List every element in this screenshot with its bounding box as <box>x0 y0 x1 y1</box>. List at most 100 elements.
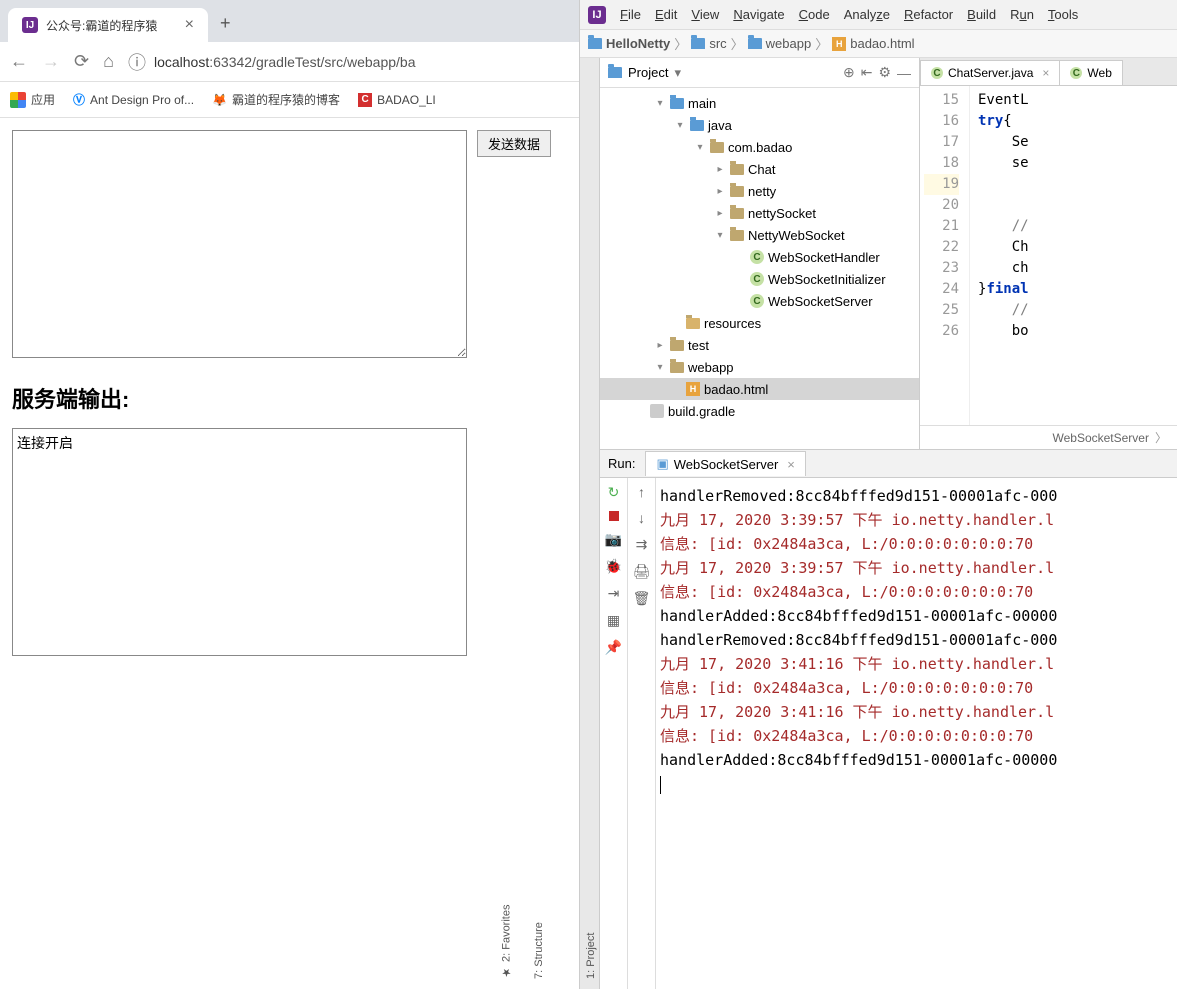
tree-row[interactable]: CWebSocketInitializer <box>600 268 919 290</box>
editor-tab[interactable]: CChatServer.java× <box>920 60 1060 85</box>
close-icon[interactable]: × <box>1042 66 1049 80</box>
code-area[interactable]: EventL try{ Se se // Ch ch }final // bo <box>970 86 1177 425</box>
bc-label: src <box>709 36 726 51</box>
menu-view[interactable]: View <box>691 7 719 22</box>
editor-tab[interactable]: CWeb <box>1059 60 1122 85</box>
close-tab-icon[interactable]: × <box>185 16 194 34</box>
tool-project[interactable]: 1: Project <box>585 68 597 979</box>
class-icon: C <box>1070 67 1082 79</box>
bookmarks-bar: 应用 ⓋAnt Design Pro of... 🦊霸道的程序猿的博客 CBAD… <box>0 82 579 118</box>
run-header: Run: ▣ WebSocketServer × <box>600 450 1177 478</box>
breadcrumb-item[interactable]: Hbadao.html <box>832 36 914 51</box>
tree-row-selected[interactable]: Hbadao.html <box>600 378 919 400</box>
menu-code[interactable]: Code <box>799 7 830 22</box>
menu-run[interactable]: Run <box>1010 7 1034 22</box>
tool-label: 7: Structure <box>533 922 545 979</box>
tree-row[interactable]: CWebSocketHandler <box>600 246 919 268</box>
exit-icon[interactable]: ⇥ <box>608 585 620 602</box>
camera-icon[interactable]: 📷 <box>605 531 622 548</box>
tree-row[interactable]: ▾NettyWebSocket <box>600 224 919 246</box>
breadcrumb-item[interactable]: webapp <box>748 36 812 51</box>
editor-pane: CChatServer.java× CWeb 15161718192021222… <box>920 58 1177 449</box>
print-icon[interactable]: 🖨 <box>633 563 651 580</box>
crumb-label[interactable]: WebSocketServer <box>1052 431 1149 445</box>
tree-label: java <box>708 118 732 133</box>
editor-body[interactable]: 151617181920212223242526 EventL try{ Se … <box>920 86 1177 425</box>
package-icon <box>730 164 744 175</box>
hide-icon[interactable]: — <box>897 65 911 81</box>
up-icon[interactable]: ↑ <box>638 484 645 500</box>
tool-favorites[interactable]: ★ 2: Favorites <box>500 68 513 979</box>
menu-build[interactable]: Build <box>967 7 996 22</box>
editor-breadcrumb: WebSocketServer 〉 <box>920 425 1177 449</box>
menu-edit[interactable]: Edit <box>655 7 677 22</box>
pin-icon[interactable]: 📌 <box>605 639 622 656</box>
trash-icon[interactable]: 🗑 <box>633 590 651 607</box>
gear-icon[interactable]: ⚙ <box>878 64 891 81</box>
bookmark-ant[interactable]: ⓋAnt Design Pro of... <box>73 91 194 108</box>
project-pane-header: Project ▾ ⊕ ⇤ ⚙ — <box>600 58 919 88</box>
project-icon <box>608 67 622 78</box>
menu-navigate[interactable]: Navigate <box>733 7 784 22</box>
chevron-right-icon: 〉 <box>674 34 687 53</box>
bookmark-badao[interactable]: CBADAO_LI <box>358 93 436 107</box>
bug-icon[interactable]: 🐞 <box>605 558 622 575</box>
menu-file[interactable]: File <box>620 7 641 22</box>
project-label[interactable]: Project <box>628 65 668 80</box>
reload-icon[interactable]: ⟳ <box>74 51 89 72</box>
forward-icon: → <box>42 51 60 72</box>
down-icon[interactable]: ↓ <box>638 510 645 526</box>
input-textarea[interactable] <box>12 130 467 358</box>
tree-row[interactable]: ▾java <box>600 114 919 136</box>
console-output[interactable]: handlerRemoved:8cc84bfffed9d151-00001afc… <box>656 478 1177 989</box>
tree-row[interactable]: ▸nettySocket <box>600 202 919 224</box>
rerun-icon[interactable]: ↻ <box>608 484 620 501</box>
console-line: 信息: [id: 0x2484a3ca, L:/0:0:0:0:0:0:0:70 <box>660 532 1177 556</box>
home-icon[interactable]: ⌂ <box>103 51 114 72</box>
collapse-icon[interactable]: ⇤ <box>861 64 873 81</box>
tree-row[interactable]: ▾com.badao <box>600 136 919 158</box>
tool-structure[interactable]: 7: Structure <box>533 68 545 979</box>
target-icon[interactable]: ⊕ <box>843 64 855 81</box>
tree-row[interactable]: ▾webapp <box>600 356 919 378</box>
menu-refactor[interactable]: Refactor <box>904 7 953 22</box>
class-icon: C <box>750 272 764 286</box>
tool-label: 1: Project <box>585 933 597 979</box>
tree-row[interactable]: ▸test <box>600 334 919 356</box>
tree-row[interactable]: ▸netty <box>600 180 919 202</box>
run-toolbar-left: ↻ 📷 🐞 ⇥ ▦ 📌 <box>600 478 628 989</box>
tree-row[interactable]: CWebSocketServer <box>600 290 919 312</box>
wrap-icon[interactable]: ⇉ <box>636 536 648 553</box>
stop-icon[interactable] <box>609 511 619 521</box>
output-textarea[interactable]: 连接开启 <box>12 428 467 656</box>
tab-title: 公众号:霸道的程序猿 <box>46 17 157 34</box>
tree-row[interactable]: build.gradle <box>600 400 919 422</box>
html-icon: H <box>832 37 846 51</box>
tree-label: nettySocket <box>748 206 816 221</box>
close-icon[interactable]: × <box>787 457 795 472</box>
console-line: 信息: [id: 0x2484a3ca, L:/0:0:0:0:0:0:0:70 <box>660 724 1177 748</box>
bookmark-blog[interactable]: 🦊霸道的程序猿的博客 <box>212 91 340 108</box>
tree-row[interactable]: resources <box>600 312 919 334</box>
run-tab[interactable]: ▣ WebSocketServer × <box>645 451 805 476</box>
apps-bookmark[interactable]: 应用 <box>10 91 55 108</box>
package-icon <box>730 186 744 197</box>
tree-row[interactable]: ▸Chat <box>600 158 919 180</box>
chevron-right-icon: 〉 <box>1155 429 1167 446</box>
chevron-down-icon[interactable]: ▾ <box>674 65 681 81</box>
browser-tab[interactable]: IJ 公众号:霸道的程序猿 × <box>8 8 208 42</box>
breadcrumb-item[interactable]: HelloNetty <box>588 36 670 51</box>
menu-analyze[interactable]: Analyze <box>844 7 890 22</box>
menu-tools[interactable]: Tools <box>1048 7 1078 22</box>
back-icon[interactable]: ← <box>10 51 28 72</box>
folder-icon <box>690 120 704 131</box>
layout-icon[interactable]: ▦ <box>607 612 620 629</box>
new-tab-button[interactable]: + <box>208 5 243 42</box>
breadcrumb-item[interactable]: src <box>691 36 726 51</box>
tree-label: NettyWebSocket <box>748 228 845 243</box>
folder-icon <box>691 38 705 49</box>
class-run-icon: C <box>750 294 764 308</box>
tree-row[interactable]: ▾main <box>600 92 919 114</box>
url-path: :63342/gradleTest/src/webapp/ba <box>209 54 415 70</box>
info-icon[interactable]: ⓘ <box>128 49 146 75</box>
